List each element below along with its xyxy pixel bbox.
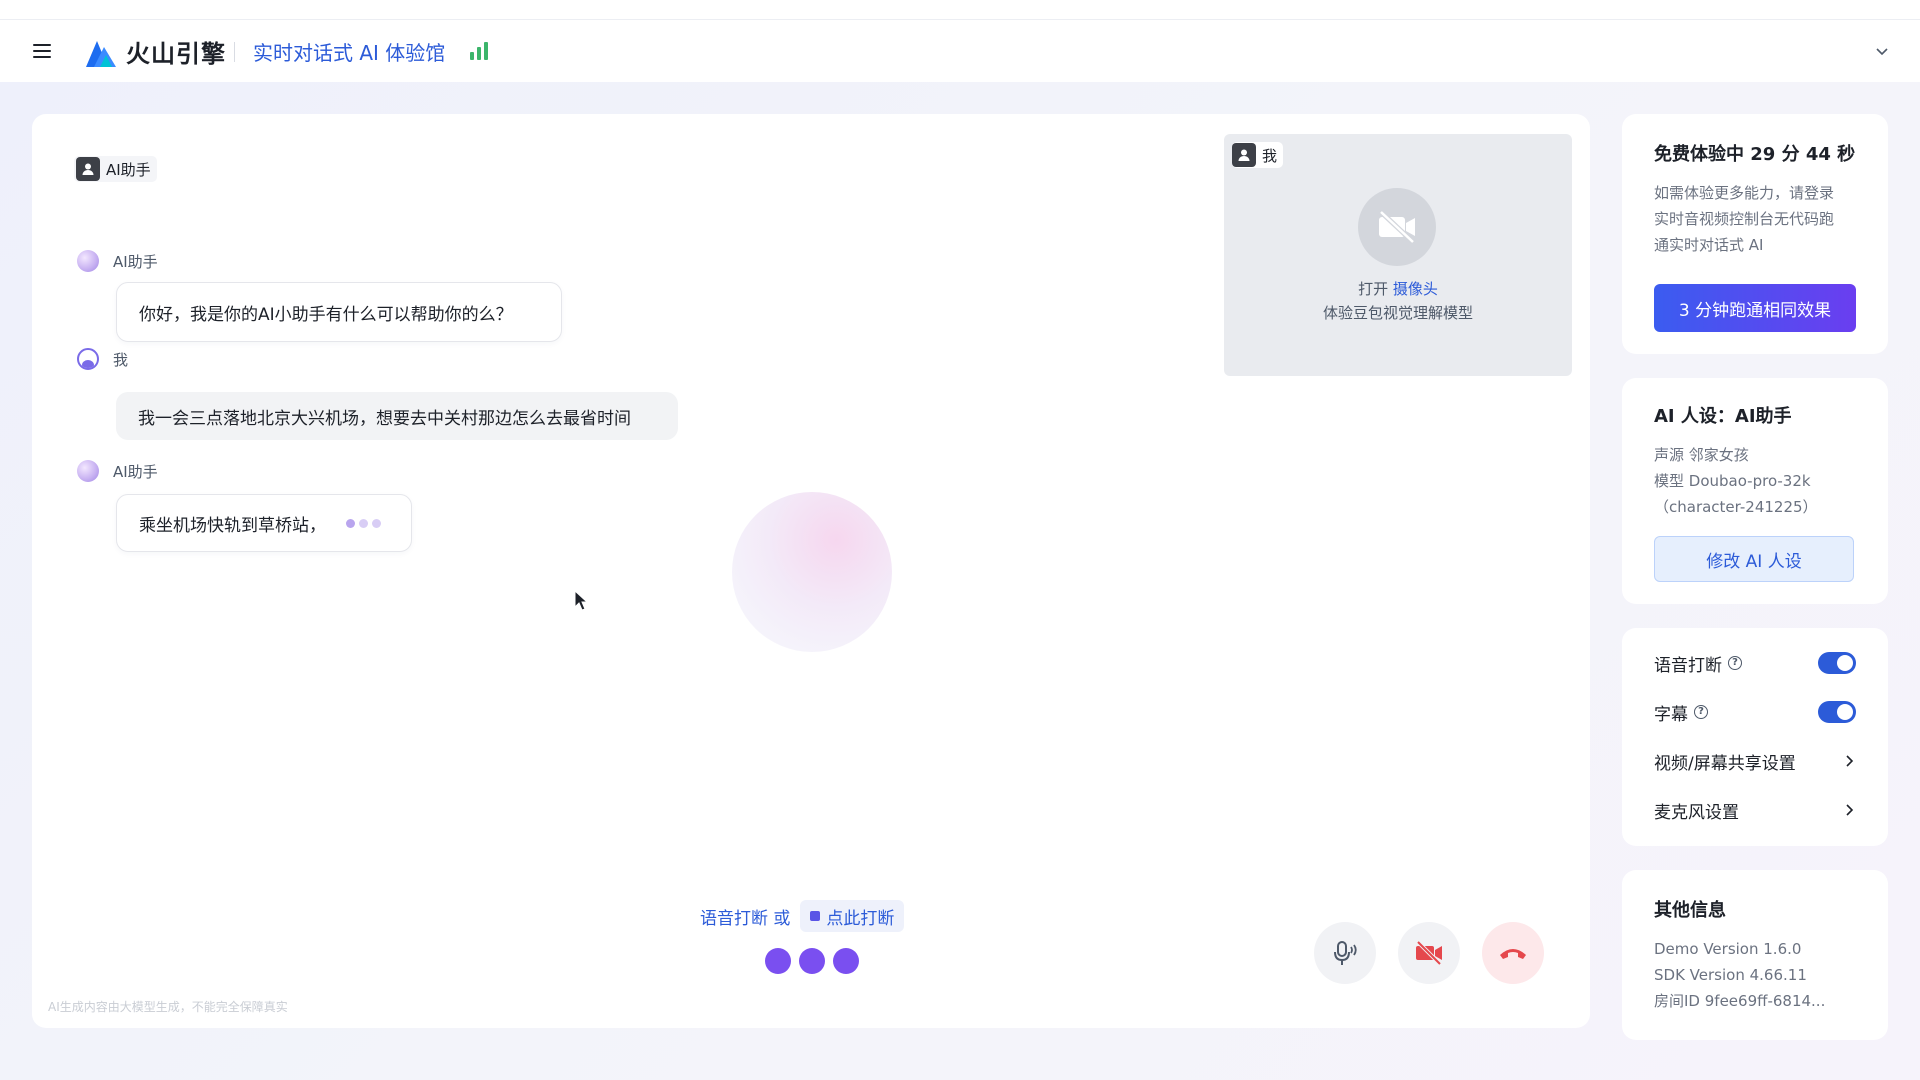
chat-panel: AI助手 AI助手 你好，我是你的AI小助手有什么可以帮助你的么？ 我 我一会三… <box>32 114 1590 1028</box>
ai-assistant-tag: AI助手 <box>74 156 157 182</box>
typing-indicator <box>346 518 381 528</box>
signal-bars-icon <box>470 42 490 60</box>
interrupt-button[interactable]: 点此打断 <box>800 900 905 932</box>
ai-message-bubble: 乘坐机场快轨到草桥站， <box>116 494 412 552</box>
message-text: 你好，我是你的AI小助手有什么可以帮助你的么？ <box>139 304 513 325</box>
video-share-settings[interactable]: 视频/屏幕共享设置 <box>1654 748 1856 774</box>
settings-card: 语音打断 ? 字幕 ? 视频/屏幕共享设置 麦克风设置 <box>1622 628 1888 846</box>
camera-off-icon <box>1416 940 1442 966</box>
header: 火山引擎 实时对话式 AI 体验馆 <box>0 20 1920 82</box>
persona-line: 模型 Doubao-pro-32k <box>1654 472 1811 490</box>
camera-toggle-button[interactable] <box>1398 922 1460 984</box>
self-view-tag: 我 <box>1232 142 1284 168</box>
message-header: AI助手 <box>77 460 158 482</box>
person-icon <box>1232 143 1256 167</box>
interrupt-button-label: 点此打断 <box>826 908 895 929</box>
ai-avatar <box>77 250 99 272</box>
subtitles-label: 字幕 ? <box>1654 700 1708 725</box>
room-id: 房间ID 9fee69ff-6814... <box>1654 992 1826 1010</box>
message-sender: AI助手 <box>113 252 158 271</box>
persona-card: AI 人设：AI助手 声源 邻家女孩 模型 Doubao-pro-32k （ch… <box>1622 378 1888 604</box>
trial-line: 如需体验更多能力，请登录 <box>1654 184 1835 202</box>
sdk-version: SDK Version 4.66.11 <box>1654 966 1807 984</box>
edit-persona-button[interactable]: 修改 AI 人设 <box>1654 536 1854 582</box>
stop-square-icon <box>810 911 821 921</box>
open-camera-link[interactable]: 摄像头 <box>1393 280 1438 298</box>
voice-interrupt-toggle[interactable] <box>1818 652 1856 674</box>
subtitles-setting: 字幕 ? <box>1654 699 1856 725</box>
subtitles-text: 字幕 <box>1654 704 1688 725</box>
header-divider <box>234 42 235 62</box>
page-title: 实时对话式 AI 体验馆 <box>253 41 446 65</box>
ai-tag-label: AI助手 <box>106 160 151 179</box>
video-share-label: 视频/屏幕共享设置 <box>1654 753 1796 774</box>
info-title: 其他信息 <box>1654 900 1726 921</box>
menu-icon[interactable] <box>33 44 51 58</box>
chevron-right-icon <box>1846 804 1854 816</box>
persona-line: 声源 邻家女孩 <box>1654 446 1749 464</box>
message-sender: 我 <box>113 350 129 369</box>
interrupt-area: 语音打断 或 点此打断 <box>700 900 905 932</box>
brand-name: 火山引擎 <box>126 40 226 68</box>
ai-voice-orb <box>732 492 892 652</box>
mic-settings[interactable]: 麦克风设置 <box>1654 797 1856 823</box>
message-text: 我一会三点落地北京大兴机场，想要去中关村那边怎么去最省时间 <box>138 408 631 429</box>
trial-card: 免费体验中 29 分 44 秒 如需体验更多能力，请登录 实时音视频控制台无代码… <box>1622 114 1888 354</box>
mouse-cursor-icon <box>574 590 589 611</box>
ai-disclaimer: AI生成内容由大模型生成，不能完全保障真实 <box>48 1000 288 1014</box>
open-camera-prefix: 打开 <box>1358 280 1389 298</box>
message-sender: AI助手 <box>113 462 158 481</box>
self-view-label: 我 <box>1262 146 1278 165</box>
subtitles-toggle[interactable] <box>1818 701 1856 723</box>
ai-avatar <box>77 460 99 482</box>
quick-start-button[interactable]: 3 分钟跑通相同效果 <box>1654 284 1856 332</box>
trial-line: 实时音视频控制台无代码跑 <box>1654 210 1835 228</box>
microphone-button[interactable] <box>1314 922 1376 984</box>
top-strip <box>0 0 1920 20</box>
trial-title: 免费体验中 29 分 44 秒 <box>1654 144 1856 165</box>
brand-logo[interactable]: 火山引擎 <box>84 34 226 69</box>
voice-interrupt-text: 语音打断 <box>1654 655 1722 676</box>
camera-off-icon <box>1358 188 1436 266</box>
persona-line: （character-241225） <box>1654 498 1818 516</box>
camera-hint: 体验豆包视觉理解模型 <box>1322 304 1473 322</box>
open-camera-prompt: 打开 摄像头 <box>1224 278 1572 299</box>
volcano-logo-icon <box>86 40 116 67</box>
ai-message-bubble: 你好，我是你的AI小助手有什么可以帮助你的么？ <box>116 282 562 342</box>
help-icon[interactable]: ? <box>1694 705 1708 719</box>
mic-settings-label: 麦克风设置 <box>1654 802 1739 823</box>
user-message-bubble: 我一会三点落地北京大兴机场，想要去中关村那边怎么去最省时间 <box>116 392 678 440</box>
interrupt-hint: 语音打断 或 <box>700 908 791 929</box>
message-header: 我 <box>77 348 128 370</box>
info-card: 其他信息 Demo Version 1.6.0 SDK Version 4.66… <box>1622 870 1888 1040</box>
message-header: AI助手 <box>77 250 158 272</box>
persona-title: AI 人设：AI助手 <box>1654 406 1792 427</box>
voice-activity-indicator <box>765 948 859 974</box>
voice-interrupt-label: 语音打断 ? <box>1654 651 1742 676</box>
camera-preview: 我 打开 摄像头 体验豆包视觉理解模型 <box>1224 134 1572 376</box>
voice-interrupt-setting: 语音打断 ? <box>1654 650 1856 676</box>
microphone-icon <box>1334 941 1357 965</box>
hang-up-button[interactable] <box>1482 922 1544 984</box>
user-avatar <box>77 348 99 370</box>
person-icon <box>76 157 100 181</box>
chevron-down-icon[interactable] <box>1873 42 1891 60</box>
chevron-right-icon <box>1846 755 1854 767</box>
message-text: 乘坐机场快轨到草桥站， <box>139 515 326 536</box>
trial-line: 通实时对话式 AI <box>1654 236 1764 254</box>
demo-version: Demo Version 1.6.0 <box>1654 940 1802 958</box>
phone-hangup-icon <box>1500 949 1526 959</box>
help-icon[interactable]: ? <box>1728 656 1742 670</box>
